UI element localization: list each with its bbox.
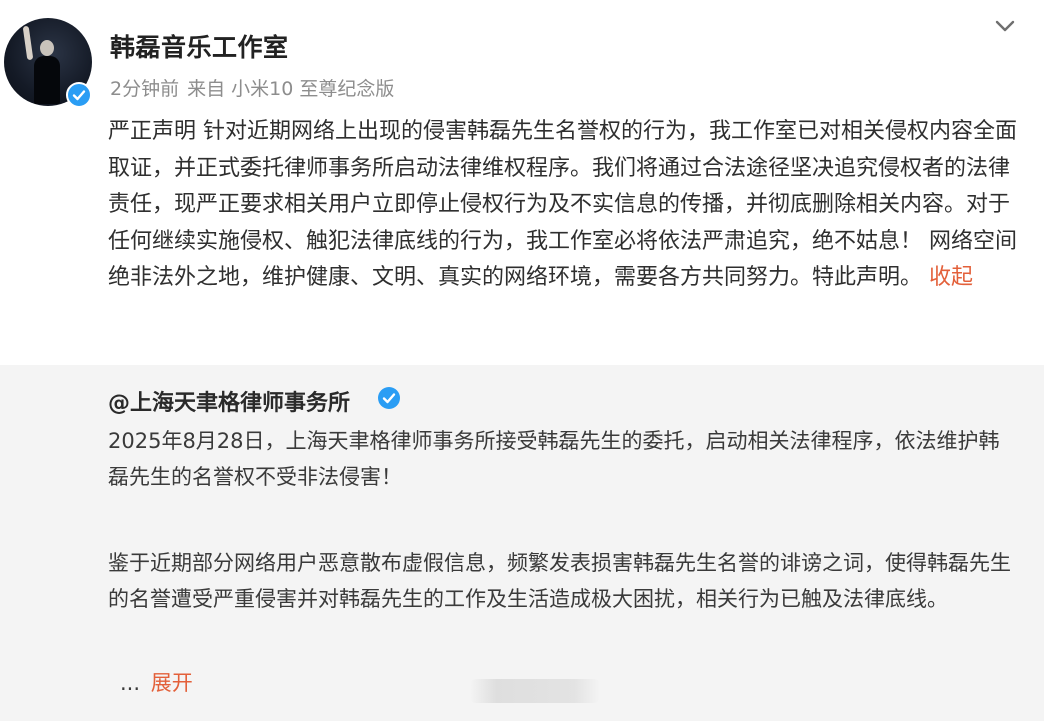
- repost-paragraph-1: 2025年8月28日，上海天聿格律师事务所接受韩磊先生的委托，启动相关法律程序，…: [108, 429, 1000, 489]
- expand-row: ... 展开: [120, 667, 193, 697]
- repost-block[interactable]: @上海天聿格律师事务所 2025年8月28日，上海天聿格律师事务所接受韩磊先生的…: [0, 365, 1044, 721]
- blurred-watermark: [470, 679, 600, 703]
- ellipsis: ...: [120, 671, 141, 695]
- collapse-link[interactable]: 收起: [929, 265, 973, 290]
- verified-badge-icon: [66, 82, 92, 108]
- post-meta: 2分钟前 来自 小米10 至尊纪念版: [110, 74, 402, 101]
- repost-author[interactable]: @上海天聿格律师事务所: [108, 385, 350, 417]
- post-time: 2分钟前: [110, 78, 180, 100]
- author-name[interactable]: 韩磊音乐工作室: [110, 28, 289, 64]
- expand-link[interactable]: 展开: [151, 671, 193, 695]
- post-source: 来自 小米10 至尊纪念版: [187, 78, 395, 100]
- repost-verified-icon: [378, 387, 400, 409]
- avatar-figure: [22, 25, 60, 104]
- post-body: 严正声明 针对近期网络上出现的侵害韩磊先生名誉权的行为，我工作室已对相关侵权内容…: [108, 114, 1026, 297]
- weibo-post-card: 韩磊音乐工作室 2分钟前 来自 小米10 至尊纪念版 严正声明 针对近期网络上出现…: [0, 0, 1044, 721]
- post-text: 严正声明 针对近期网络上出现的侵害韩磊先生名誉权的行为，我工作室已对相关侵权内容…: [108, 119, 1017, 290]
- chevron-down-icon[interactable]: [992, 14, 1018, 38]
- repost-paragraph-2: 鉴于近期部分网络用户恶意散布虚假信息，频繁发表损害韩磊先生名誉的诽谤之词，使得韩…: [108, 551, 1011, 611]
